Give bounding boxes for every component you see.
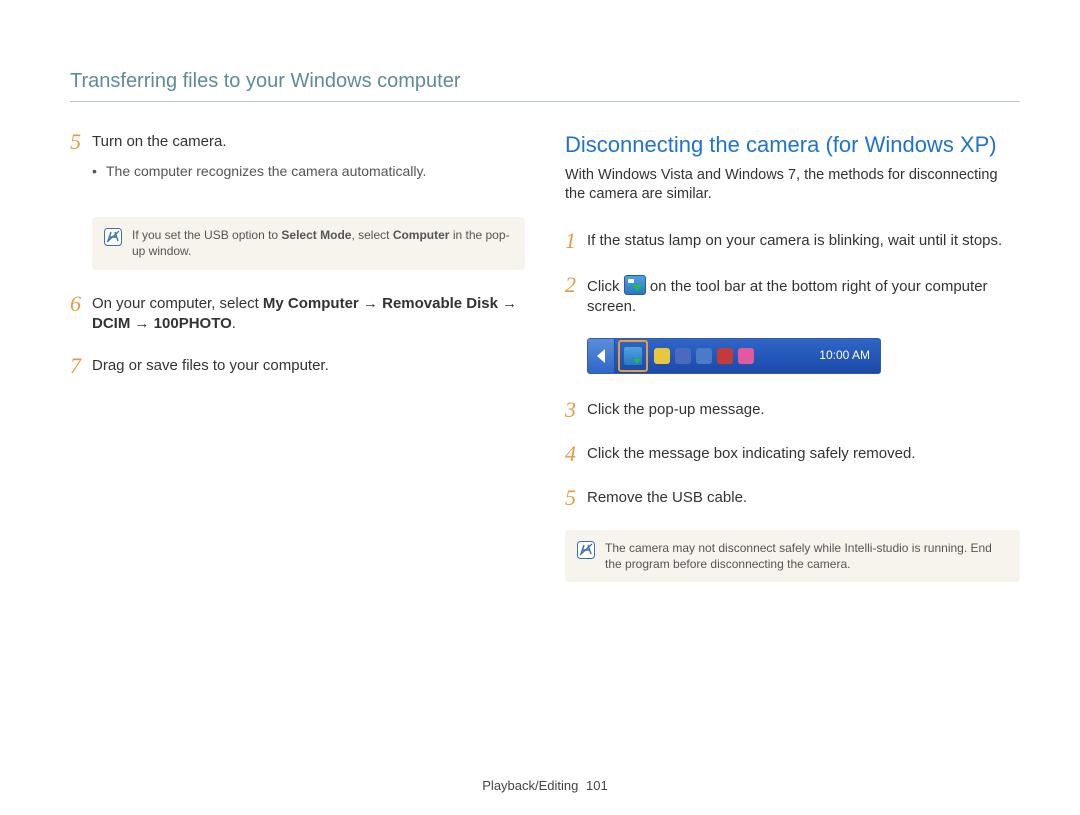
tray-icon — [717, 348, 733, 364]
tray-icon — [696, 348, 712, 364]
step-frag: → — [359, 295, 382, 312]
step-bold: DCIM — [92, 315, 130, 332]
step-5: 5 Turn on the camera. • The computer rec… — [70, 130, 525, 197]
tray-expand-arrow-icon — [588, 339, 615, 373]
step-text: Drag or save files to your computer. — [92, 357, 329, 374]
note-frag: If you set the USB option to — [132, 228, 281, 242]
left-column: 5 Turn on the camera. • The computer rec… — [70, 130, 525, 778]
step-text: Click the pop-up message. — [587, 398, 1020, 422]
step-4: 4 Click the message box indicating safel… — [565, 442, 1020, 466]
note-text: If you set the USB option to Select Mode… — [132, 227, 513, 259]
sub-bullet-text: The computer recognizes the camera autom… — [106, 162, 426, 181]
note-box-select-mode: If you set the USB option to Select Mode… — [92, 217, 525, 269]
section-heading: Disconnecting the camera (for Windows XP… — [565, 130, 1020, 160]
step-bold: 100PHOTO — [154, 315, 232, 332]
tray-icon — [738, 348, 754, 364]
tray-icons — [654, 348, 754, 364]
note-bold: Select Mode — [281, 228, 351, 242]
step-bold: Removable Disk — [382, 295, 498, 312]
step-number: 4 — [565, 442, 587, 466]
step-number: 7 — [70, 354, 92, 378]
tray-safely-remove-highlight — [618, 340, 648, 372]
safely-remove-icon — [624, 275, 646, 295]
tray-clock: 10:00 AM — [819, 347, 880, 363]
step-frag: Click — [587, 278, 624, 295]
note-frag: , select — [351, 228, 392, 242]
step-body: On your computer, select My Computer → R… — [92, 292, 525, 335]
step-6: 6 On your computer, select My Computer →… — [70, 292, 525, 335]
note-icon — [104, 228, 122, 246]
footer-section: Playback/Editing — [482, 778, 578, 793]
section-intro: With Windows Vista and Windows 7, the me… — [565, 166, 1020, 205]
step-number: 6 — [70, 292, 92, 335]
step-text: Turn on the camera. — [92, 133, 227, 150]
step-body: Click on the tool bar at the bottom righ… — [587, 273, 1020, 318]
step-frag: → — [130, 315, 153, 332]
note-text: The camera may not disconnect safely whi… — [605, 540, 1008, 572]
page-footer: Playback/Editing 101 — [70, 778, 1020, 815]
step-body: Turn on the camera. • The computer recog… — [92, 130, 525, 197]
note-box-intelli-studio: The camera may not disconnect safely whi… — [565, 530, 1020, 582]
step-number: 1 — [565, 229, 587, 253]
step-1: 1 If the status lamp on your camera is b… — [565, 229, 1020, 253]
step-frag: on the tool bar at the bottom right of y… — [587, 278, 988, 315]
step-number: 3 — [565, 398, 587, 422]
step-text: Remove the USB cable. — [587, 486, 1020, 510]
tray-icon — [675, 348, 691, 364]
page-header: Transferring files to your Windows compu… — [70, 70, 1020, 102]
step-frag: On your computer, select — [92, 295, 263, 312]
step-number: 2 — [565, 273, 587, 318]
step-7: 7 Drag or save files to your computer. — [70, 354, 525, 378]
step-frag: . — [232, 315, 236, 332]
step-number: 5 — [565, 486, 587, 510]
system-tray-image: 10:00 AM — [587, 338, 881, 374]
note-bold: Computer — [393, 228, 450, 242]
step-number: 5 — [70, 130, 92, 197]
footer-page-number: 101 — [586, 778, 608, 793]
note-icon — [577, 541, 595, 559]
step-2: 2 Click on the tool bar at the bottom ri… — [565, 273, 1020, 318]
tray-icon — [654, 348, 670, 364]
step-5r: 5 Remove the USB cable. — [565, 486, 1020, 510]
sub-bullet: • The computer recognizes the camera aut… — [92, 162, 525, 181]
right-column: Disconnecting the camera (for Windows XP… — [565, 130, 1020, 778]
bullet-dot: • — [92, 162, 106, 181]
step-body: Drag or save files to your computer. — [92, 354, 525, 378]
step-bold: My Computer — [263, 295, 359, 312]
step-frag: → — [498, 295, 517, 312]
step-3: 3 Click the pop-up message. — [565, 398, 1020, 422]
step-text: Click the message box indicating safely … — [587, 442, 1020, 466]
step-text: If the status lamp on your camera is bli… — [587, 229, 1020, 253]
